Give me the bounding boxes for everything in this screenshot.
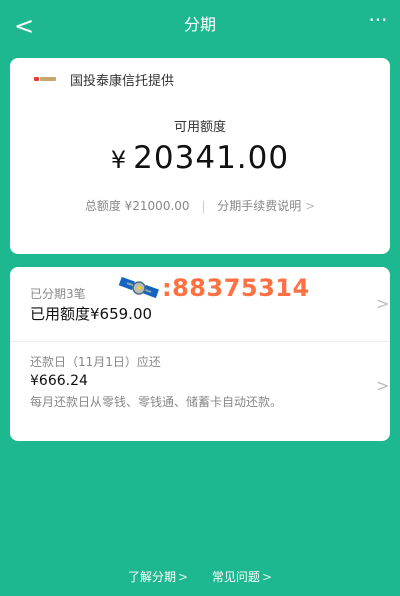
satellite-icon xyxy=(118,276,159,299)
total-limit-text: 总额度 ¥21000.00 xyxy=(84,199,190,213)
repayment-due-amount: ¥666.24 xyxy=(30,373,88,389)
overlay-watermark: :88375314 xyxy=(118,272,373,304)
total-limit-row: 总额度 ¥21000.00 | 分期手续费说明 > xyxy=(10,197,390,214)
available-limit-label: 可用额度 xyxy=(173,120,226,135)
chevron-right-icon: > xyxy=(261,570,272,584)
chevron-right-icon: > xyxy=(305,199,316,213)
overlay-text: :88375314 xyxy=(162,274,310,302)
used-limit-text: 已用额度¥659.00 xyxy=(30,305,153,323)
provider-row: 国投泰康信托提供 xyxy=(34,68,174,90)
fee-explanation-link[interactable]: 分期手续费说明 xyxy=(217,199,301,213)
repayment-row[interactable]: 还款日（11月1日）应还 ¥666.24 每月还款日从零钱、零钱通、储蓄卡自动还… xyxy=(10,341,390,441)
chevron-right-icon: > xyxy=(376,376,390,395)
chevron-right-icon: > xyxy=(376,294,390,313)
learn-installment-label: 了解分期 xyxy=(128,570,177,584)
repayment-note: 每月还款日从零钱、零钱通、储蓄卡自动还款。 xyxy=(30,395,283,409)
page-title: 分期 xyxy=(183,15,216,34)
provider-logo-icon xyxy=(34,75,56,83)
installment-count-label: 已分期3笔 xyxy=(30,287,86,301)
available-limit-value: 20341.00 xyxy=(133,140,290,176)
top-nav: < 分期 ··· xyxy=(0,0,400,52)
chevron-right-icon: > xyxy=(178,570,189,584)
repayment-due-label: 还款日（11月1日）应还 xyxy=(30,355,161,369)
available-limit-card: 国投泰康信托提供 可用额度 ¥20341.00 总额度 ¥21000.00 | … xyxy=(10,58,390,254)
footer-links: 了解分期 > 常见问题 > xyxy=(0,568,400,585)
faq-link[interactable]: 常见问题 > xyxy=(212,570,272,584)
faq-label: 常见问题 xyxy=(211,570,260,584)
currency-symbol: ¥ xyxy=(110,146,128,174)
learn-installment-link[interactable]: 了解分期 > xyxy=(128,570,188,584)
divider: | xyxy=(201,199,206,213)
more-menu-button[interactable]: ··· xyxy=(364,10,392,38)
provider-text: 国投泰康信托提供 xyxy=(70,73,175,89)
available-limit-amount: ¥20341.00 xyxy=(10,140,390,176)
